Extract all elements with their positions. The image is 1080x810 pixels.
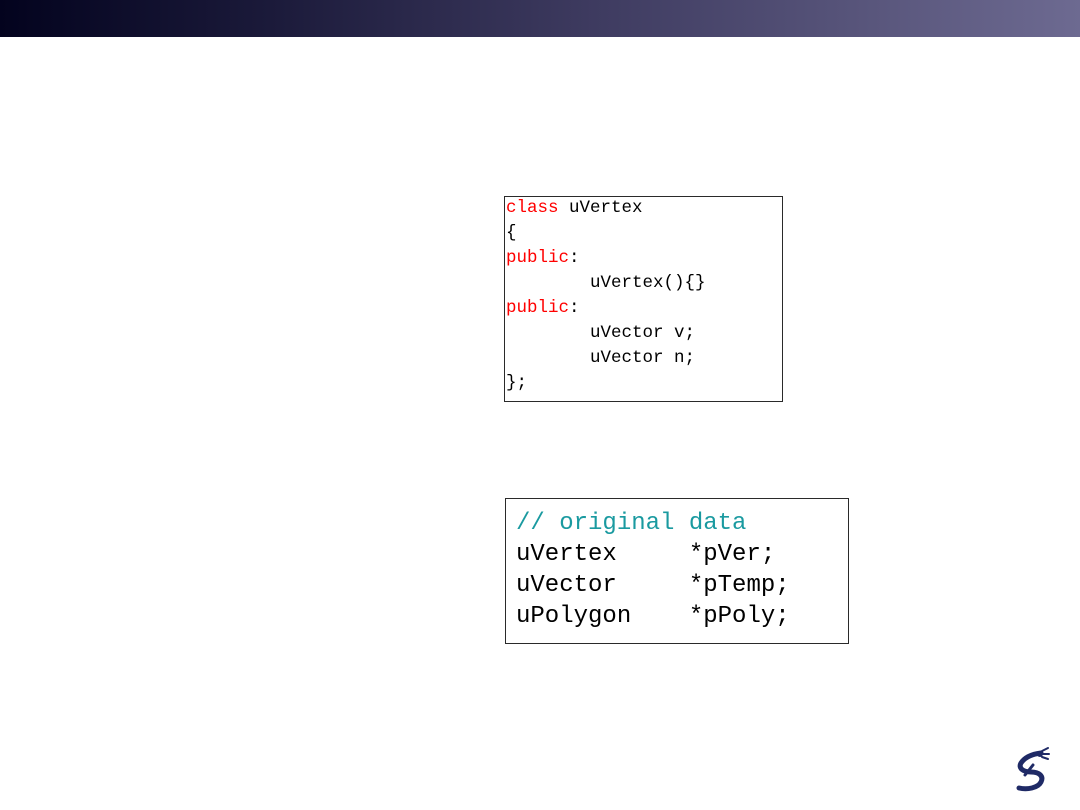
code-token: class (506, 198, 559, 218)
code-block-uvertex-class: class uVertex{public: uVertex(){} public:… (504, 196, 783, 402)
code-line: uPolygon *pPoly; (516, 601, 790, 632)
code-token: public (506, 298, 570, 318)
code-token: public (506, 248, 570, 268)
code-token: : (569, 248, 580, 268)
code-token: }; (506, 373, 528, 393)
robot-arm-logo-icon (1016, 747, 1050, 792)
code-line: uVertex(){} (506, 271, 706, 296)
code-token: uVector v; (506, 323, 696, 343)
code-line: uVector n; (506, 346, 695, 371)
code-token: uVector *pTemp; (516, 572, 790, 599)
code-block-original-data: // original data uVertex *pVer; uVector *p… (505, 498, 849, 644)
code-token: : (569, 298, 580, 318)
code-token: uVertex (558, 198, 643, 218)
code-line: class uVertex (506, 196, 643, 221)
code-token: uPolygon *pPoly; (516, 603, 790, 630)
slide-title-bar (0, 0, 1080, 37)
code-line: uVertex *pVer; (516, 539, 775, 570)
code-line: uVector *pTemp; (516, 570, 790, 601)
code-line: }; (506, 371, 527, 396)
code-line: // original data (516, 508, 746, 539)
code-line: { (506, 221, 517, 246)
code-token: uVector n; (506, 348, 696, 368)
code-line: public: (506, 246, 580, 271)
code-token: // original data (516, 510, 747, 537)
code-token: uVertex(){} (506, 273, 706, 293)
code-token: uVertex *pVer; (516, 541, 776, 568)
code-line: uVector v; (506, 321, 695, 346)
code-token: { (506, 223, 517, 243)
code-line: public: (506, 296, 580, 321)
